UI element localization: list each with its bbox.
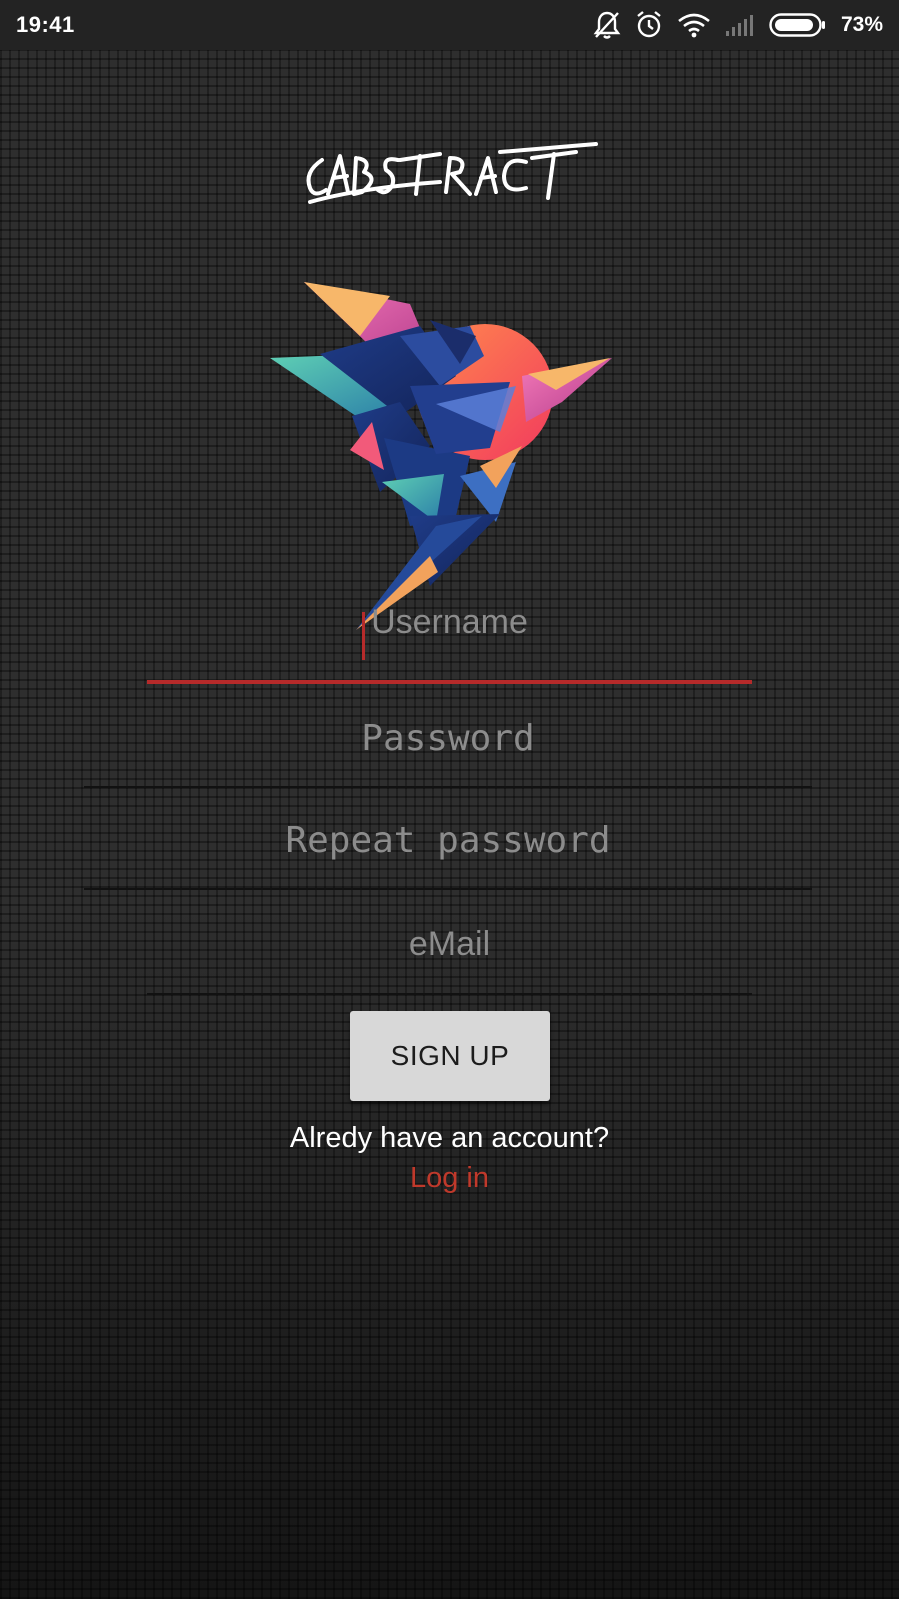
status-bar: 19:41 73% [0,0,899,50]
alarm-icon [635,10,663,40]
text-cursor [362,612,365,660]
repeat-password-field-container [84,790,812,890]
status-icons: 73% [593,10,883,40]
bell-off-icon [593,10,621,40]
email-field-container [147,893,752,995]
battery-percent: 73% [840,13,883,36]
username-underline [147,680,752,684]
username-field-container [147,560,752,684]
wifi-icon [677,12,711,38]
password-field-container [84,688,812,788]
status-time: 19:41 [16,12,75,37]
repeat-password-input[interactable] [84,790,812,890]
signup-screen: SIGN UP Alredy have an account? Log in [0,50,899,1599]
login-link[interactable]: Log in [410,1162,489,1194]
password-input[interactable] [84,688,812,788]
repeat-password-underline [84,888,812,890]
battery-icon [769,12,827,38]
password-underline [84,786,812,788]
email-input[interactable] [147,893,752,995]
signal-icon [725,13,755,37]
brand-logo [306,142,598,204]
signup-button[interactable]: SIGN UP [350,1011,550,1101]
login-link-container: Log in [0,1162,899,1195]
username-input[interactable] [147,560,752,684]
account-prompt-text: Alredy have an account? [289,1122,610,1154]
email-underline [147,993,752,995]
